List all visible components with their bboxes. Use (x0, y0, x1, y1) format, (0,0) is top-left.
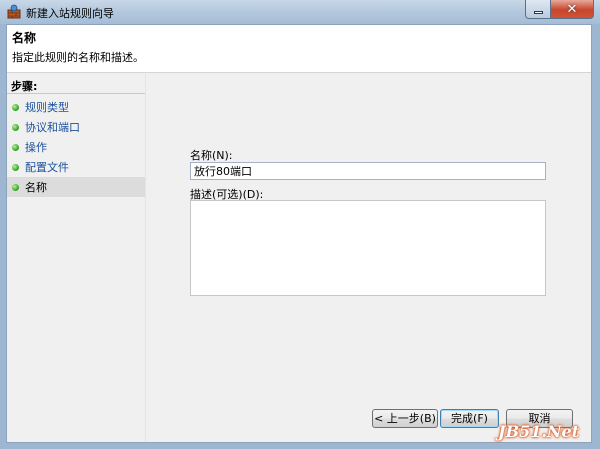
step-name: 名称 (7, 177, 145, 197)
title-bar[interactable]: 新建入站规则向导 ✕ (0, 0, 600, 24)
close-button[interactable]: ✕ (551, 0, 594, 19)
step-label: 操作 (25, 141, 47, 154)
main-panel: 名称(N): 描述(可选)(D): < 上一步(B) 完成(F) 取消 (145, 74, 591, 442)
step-complete-icon (12, 123, 19, 131)
window-title: 新建入站规则向导 (26, 7, 114, 20)
step-current-icon (12, 183, 19, 191)
back-button[interactable]: < 上一步(B) (372, 409, 438, 428)
caption-buttons: ✕ (525, 0, 594, 19)
close-icon: ✕ (566, 1, 578, 17)
step-action[interactable]: 操作 (7, 137, 145, 157)
step-rule-type[interactable]: 规则类型 (7, 97, 145, 117)
minimize-icon (533, 10, 543, 14)
name-field-label: 名称(N): (190, 149, 233, 162)
divider (7, 93, 145, 94)
description-input[interactable] (190, 200, 546, 296)
step-complete-icon (12, 163, 19, 171)
finish-button[interactable]: 完成(F) (440, 409, 499, 428)
wizard-window: 新建入站规则向导 ✕ 名称 指定此规则的名称和描述。 步骤: 规则类型 协议和端… (0, 0, 600, 449)
name-input[interactable] (190, 162, 546, 180)
step-label: 配置文件 (25, 161, 69, 174)
site-watermark: JB51.Net (498, 422, 579, 441)
minimize-button[interactable] (525, 0, 551, 19)
step-label: 协议和端口 (25, 121, 80, 134)
step-label: 规则类型 (25, 101, 69, 114)
step-label: 名称 (25, 181, 47, 194)
steps-panel: 步骤: 规则类型 协议和端口 操作 配置文件 名称 (7, 74, 145, 442)
step-complete-icon (12, 103, 19, 111)
step-complete-icon (12, 143, 19, 151)
steps-heading: 步骤: (11, 80, 38, 93)
step-profile[interactable]: 配置文件 (7, 157, 145, 177)
page-title: 名称 (12, 31, 37, 45)
page-subtitle: 指定此规则的名称和描述。 (12, 51, 144, 64)
wizard-client-area: 名称 指定此规则的名称和描述。 步骤: 规则类型 协议和端口 操作 配置文件 名… (6, 24, 592, 443)
wizard-header: 名称 指定此规则的名称和描述。 (7, 25, 591, 73)
firewall-icon (7, 4, 21, 19)
step-protocol-ports[interactable]: 协议和端口 (7, 117, 145, 137)
watermark-text: JB51.Net (498, 422, 580, 441)
